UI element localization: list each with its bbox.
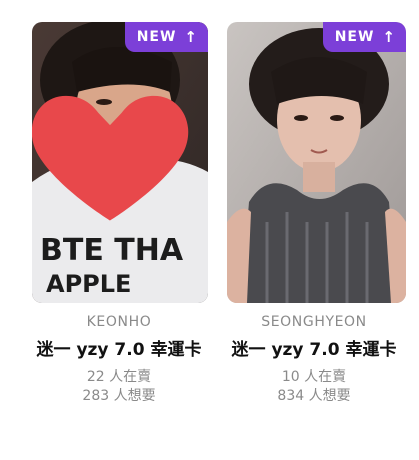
selling-count: 10 人在賣 xyxy=(281,369,347,385)
card-title[interactable]: 迷一 yzy 7.0 幸運卡 xyxy=(224,338,404,362)
wanting-count: 283 人想要 xyxy=(82,388,156,404)
card-meta: KEONHO 迷一 yzy 7.0 幸運卡 22 人在賣 283 人想要 xyxy=(22,314,216,406)
heart-icon[interactable] xyxy=(32,22,198,295)
card-meta: SEONGHYEON 迷一 yzy 7.0 幸運卡 10 人在賣 834 人想要 xyxy=(217,314,411,406)
member-name: KEONHO xyxy=(86,314,152,330)
photocard-image[interactable]: NEW ↑ xyxy=(227,22,406,303)
new-badge-label: NEW xyxy=(334,29,375,45)
member-name: SEONGHYEON xyxy=(261,314,367,330)
photocard-image[interactable]: BTE THA APPLE NEW ↑ xyxy=(32,22,208,303)
new-badge: NEW ↑ xyxy=(322,22,406,52)
card-title[interactable]: 迷一 yzy 7.0 幸運卡 xyxy=(29,338,209,362)
arrow-up-icon: ↑ xyxy=(382,28,396,46)
card-grid: BTE THA APPLE NEW ↑ KEONHO 迷一 yzy 7.0 幸運… xyxy=(0,0,419,460)
selling-count: 22 人在賣 xyxy=(86,369,152,385)
wanting-count: 834 人想要 xyxy=(277,388,351,404)
photocard-photo-seonghyeon xyxy=(227,22,406,303)
